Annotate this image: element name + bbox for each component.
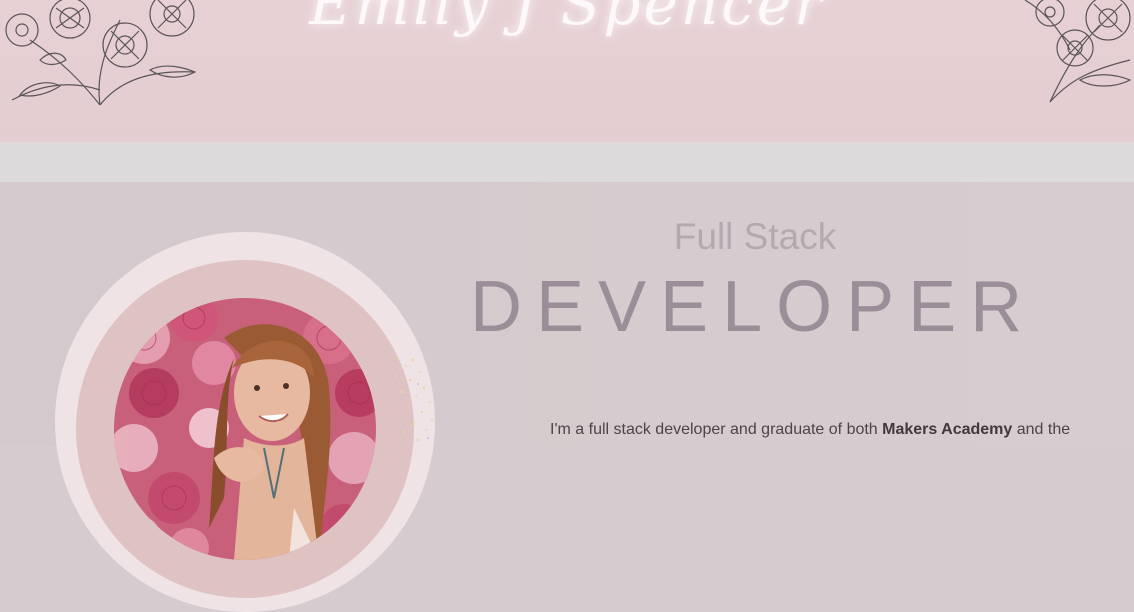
site-header: Emily J Spencer: [0, 0, 1134, 142]
nav-band: [0, 142, 1134, 182]
hero-kicker: Full Stack: [673, 216, 837, 257]
sparkles-icon: [395, 356, 434, 442]
profile-photo: [114, 298, 376, 560]
hero-headline: DEVELOPER: [470, 267, 1037, 347]
intro-text-start: I'm a full stack developer and graduate …: [550, 421, 883, 438]
floral-illustration-icon: [1024, 0, 1132, 103]
site-logo[interactable]: Emily J Spencer: [0, 0, 1134, 38]
intro-text-end: and the: [1012, 421, 1071, 438]
intro-paragraph: I'm a full stack developer and graduate …: [550, 421, 1070, 439]
makers-academy-highlight: Makers Academy: [882, 421, 1013, 438]
